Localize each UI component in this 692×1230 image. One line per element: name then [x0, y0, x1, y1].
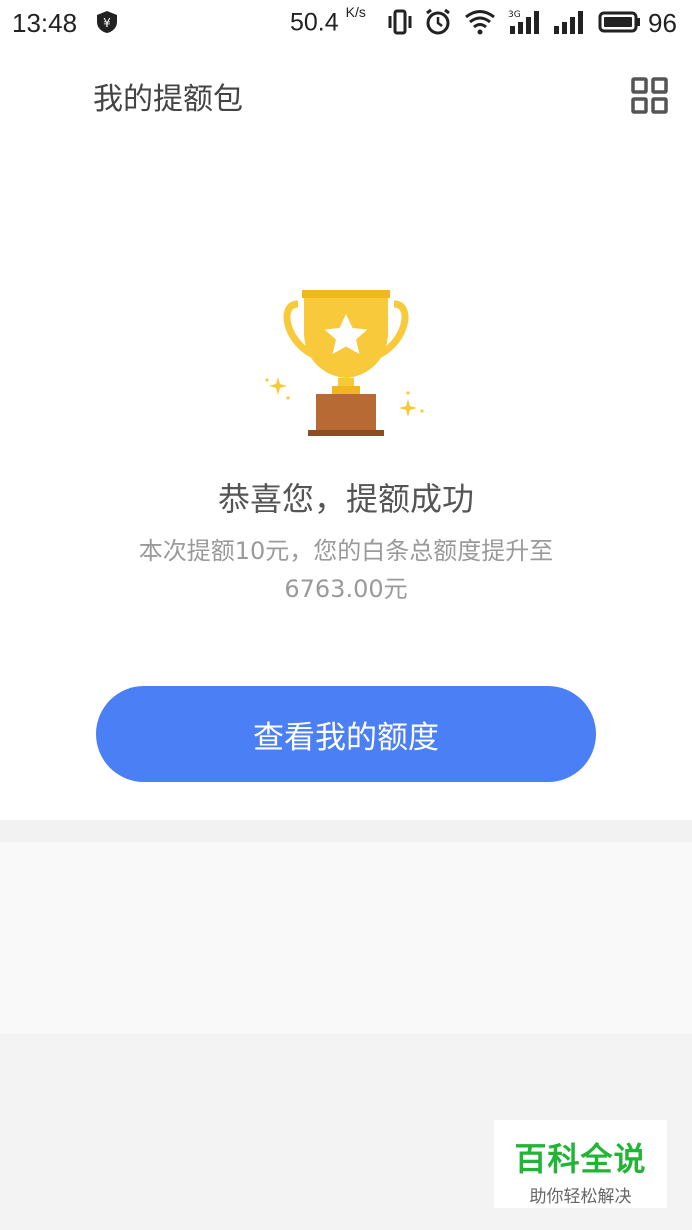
- signal-3g-icon: 3G: [508, 10, 539, 34]
- net-speed-value: 50.4: [290, 8, 339, 37]
- page-title: 我的提额包: [93, 82, 243, 117]
- battery-level: 96: [648, 8, 677, 38]
- shield-yuan-icon: ¥: [97, 11, 117, 33]
- view-my-limit-button[interactable]: 查看我的额度: [96, 686, 596, 782]
- watermark-sub-text: 助你轻松解决: [529, 1187, 632, 1207]
- signal-icon: [554, 11, 583, 34]
- success-description: 本次提额10元，您的白条总额度提升至6763.00元: [138, 537, 554, 603]
- alarm-icon: [426, 8, 450, 35]
- app-header: 我的提额包: [0, 44, 692, 152]
- empty-panel: [0, 842, 692, 1034]
- watermark-main-text: 百科全说: [514, 1140, 647, 1178]
- net-speed-unit: K/s: [345, 4, 366, 20]
- status-time: 13:48: [12, 8, 78, 38]
- net-speed: 50.4 K/s: [290, 4, 366, 37]
- status-bar: 13:48 ¥ 50.4 K/s 3G 96: [0, 0, 692, 44]
- grid-menu-icon[interactable]: [631, 77, 668, 114]
- svg-text:¥: ¥: [103, 16, 111, 30]
- success-title: 恭喜您，提额成功: [217, 480, 474, 518]
- watermark-logo: 百科全说 助你轻松解决: [494, 1120, 667, 1208]
- signal-3g-label: 3G: [508, 10, 521, 20]
- wifi-icon: [465, 10, 495, 35]
- section-divider: [0, 820, 692, 842]
- battery-icon: [598, 11, 640, 33]
- result-panel: 恭喜您，提额成功 本次提额10元，您的白条总额度提升至6763.00元 查看我的…: [0, 152, 692, 820]
- trophy-icon: [265, 290, 424, 436]
- vibrate-icon: [388, 9, 412, 35]
